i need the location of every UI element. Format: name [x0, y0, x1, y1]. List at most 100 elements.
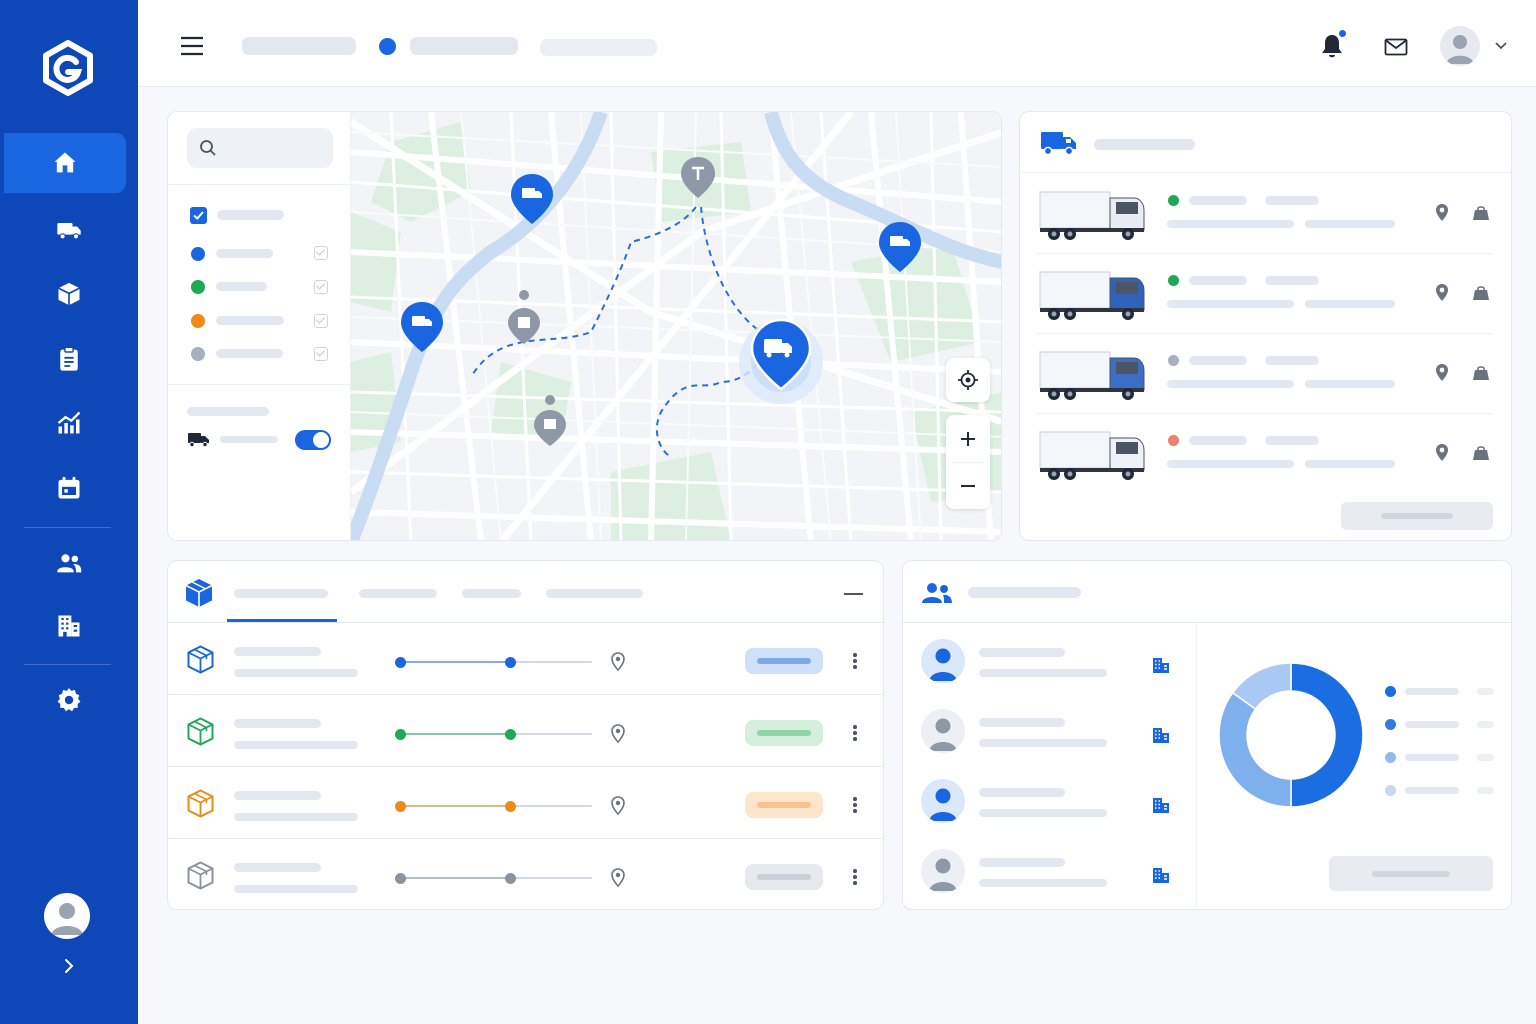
- tab-2[interactable]: [359, 589, 437, 598]
- sidebar-item-schedule[interactable]: [0, 458, 138, 518]
- sidebar-item-home[interactable]: [4, 133, 126, 193]
- sidebar-item-packages[interactable]: [0, 264, 138, 324]
- notification-badge: [1338, 29, 1347, 38]
- view-all-vehicles-button[interactable]: [1341, 502, 1493, 530]
- progress-current-dot: [505, 801, 516, 812]
- zoom-in-icon: [961, 431, 975, 446]
- shipment-id-placeholder: [234, 719, 321, 728]
- logo-icon[interactable]: [40, 40, 96, 96]
- vehicle-detail-placeholder: [1167, 380, 1294, 388]
- search-input[interactable]: [187, 128, 333, 168]
- select-all-checkbox[interactable]: [190, 207, 207, 224]
- cargo-bag-icon[interactable]: [1472, 204, 1490, 222]
- filter-checkbox[interactable]: [314, 246, 328, 260]
- driver-row[interactable]: [903, 849, 1195, 907]
- location-pin-icon[interactable]: [1435, 443, 1449, 463]
- tab-4[interactable]: [546, 589, 643, 598]
- cargo-bag-icon[interactable]: [1472, 284, 1490, 302]
- zoom-out-button[interactable]: [946, 462, 990, 509]
- shipment-id-placeholder: [234, 791, 321, 800]
- package-icon: [187, 789, 214, 818]
- mail-icon[interactable]: [1384, 38, 1408, 56]
- driver-name-placeholder: [979, 788, 1065, 797]
- sidebar-item-warehouses[interactable]: [0, 596, 138, 656]
- filter-checkbox[interactable]: [314, 280, 328, 294]
- tab-3[interactable]: [462, 589, 521, 598]
- vehicle-detail-placeholder: [1305, 220, 1395, 228]
- driver-row[interactable]: [903, 709, 1195, 767]
- warehouse-building-icon[interactable]: [1152, 796, 1170, 814]
- vehicle-id-placeholder: [1265, 356, 1319, 365]
- truck-image: [1039, 191, 1145, 240]
- cargo-bag-icon[interactable]: [1472, 364, 1490, 382]
- vehicle-id-placeholder: [1265, 436, 1319, 445]
- zoom-in-button[interactable]: [946, 415, 990, 462]
- utilization-donut-chart: [1219, 663, 1363, 807]
- status-dot: [1168, 435, 1179, 446]
- locate-button[interactable]: [946, 358, 990, 402]
- tab-active[interactable]: [234, 589, 328, 598]
- more-options-icon[interactable]: [853, 725, 857, 741]
- location-pin-icon[interactable]: [1435, 203, 1449, 223]
- sidebar-item-orders[interactable]: [0, 329, 138, 389]
- breadcrumb-placeholder[interactable]: [540, 39, 657, 56]
- home-icon: [54, 152, 76, 173]
- driver-detail-placeholder: [979, 739, 1107, 747]
- filter-label: [216, 349, 283, 358]
- warehouse-building-icon[interactable]: [1152, 726, 1170, 744]
- shipment-row[interactable]: [168, 839, 883, 909]
- progress-origin-dot: [395, 873, 406, 884]
- filter-color-dot: [191, 314, 205, 328]
- shipment-row[interactable]: [168, 767, 883, 839]
- vehicle-row[interactable]: [1020, 334, 1511, 414]
- filter-label: [217, 210, 284, 220]
- driver-row[interactable]: [903, 779, 1195, 837]
- status-dot: [1168, 275, 1179, 286]
- hamburger-icon[interactable]: [180, 36, 204, 56]
- more-options-icon[interactable]: [853, 797, 857, 813]
- map-view[interactable]: [351, 112, 1002, 541]
- warehouse-building-icon[interactable]: [1152, 866, 1170, 884]
- live-tracking-toggle[interactable]: [295, 430, 331, 450]
- donut-slice[interactable]: [1219, 691, 1292, 807]
- warehouse-building-icon[interactable]: [1152, 656, 1170, 674]
- building-icon: [58, 615, 80, 637]
- sidebar-item-fleet[interactable]: [0, 200, 138, 260]
- calendar-icon: [58, 476, 80, 499]
- donut-slice[interactable]: [1290, 663, 1363, 807]
- view-all-drivers-button[interactable]: [1329, 856, 1493, 891]
- filter-label: [216, 316, 284, 325]
- truck-icon: [188, 433, 209, 448]
- more-options-icon[interactable]: [853, 653, 857, 669]
- locate-icon: [958, 370, 978, 390]
- breadcrumb-placeholder[interactable]: [410, 37, 518, 55]
- shipment-row[interactable]: [168, 695, 883, 767]
- vehicle-row[interactable]: [1020, 254, 1511, 334]
- filter-label: [216, 282, 267, 291]
- filter-checkbox[interactable]: [314, 347, 328, 361]
- breadcrumb-placeholder[interactable]: [242, 37, 356, 55]
- more-options-icon[interactable]: [853, 869, 857, 885]
- sidebar-item-drivers[interactable]: [0, 533, 138, 593]
- chevron-right-icon[interactable]: [58, 955, 80, 977]
- fleet-card: [1019, 111, 1512, 541]
- filter-checkbox[interactable]: [314, 314, 328, 328]
- package-icon: [187, 861, 214, 890]
- sidebar-item-analytics[interactable]: [0, 393, 138, 453]
- shipment-row[interactable]: [168, 623, 883, 695]
- vehicle-row[interactable]: [1020, 414, 1511, 494]
- header-avatar[interactable]: [1440, 26, 1480, 66]
- chevron-down-icon[interactable]: [1494, 41, 1508, 51]
- sidebar-item-settings[interactable]: [0, 670, 138, 730]
- driver-row[interactable]: [903, 639, 1195, 697]
- vehicle-row[interactable]: [1020, 174, 1511, 254]
- user-avatar[interactable]: [44, 893, 90, 939]
- truck-image: [1039, 351, 1145, 400]
- minimize-button[interactable]: [844, 593, 863, 595]
- filter-color-dot: [191, 247, 205, 261]
- driver-avatar: [921, 639, 965, 683]
- legend-value-placeholder: [1477, 754, 1494, 761]
- location-pin-icon[interactable]: [1435, 363, 1449, 383]
- cargo-bag-icon[interactable]: [1472, 444, 1490, 462]
- location-pin-icon[interactable]: [1435, 283, 1449, 303]
